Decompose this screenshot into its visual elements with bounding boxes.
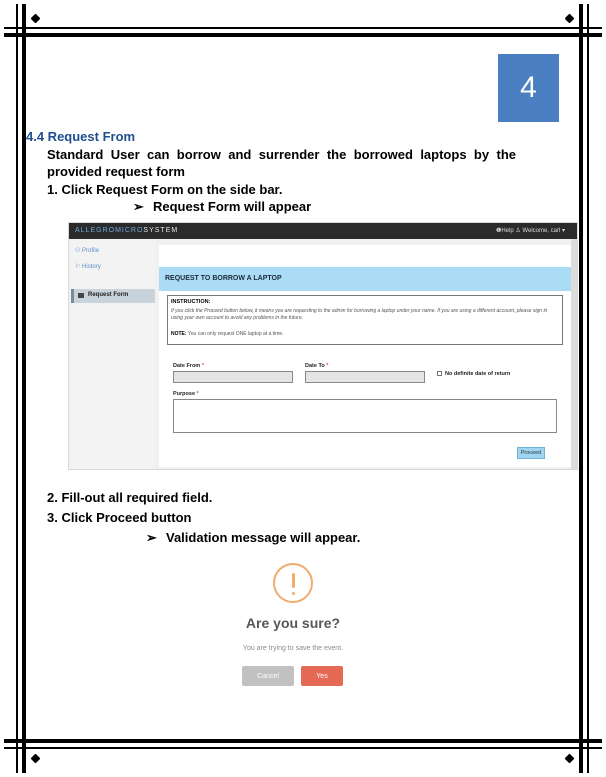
note: NOTE: You can only request ONE laptop at… bbox=[171, 331, 284, 337]
dialog-title: Are you sure? bbox=[245, 615, 341, 631]
exclamation-circle-icon bbox=[273, 563, 313, 603]
date-from-input[interactable] bbox=[173, 371, 293, 383]
arrow-bullet-icon: ➢ bbox=[146, 530, 157, 545]
bullet-2: ➢ Validation message will appear. bbox=[146, 530, 360, 546]
sidebar-item-request-form[interactable]: Request Form bbox=[71, 289, 155, 303]
request-form-screenshot: ALLEGROMICROSYSTEM ❶Help ♙ Welcome, carl… bbox=[68, 222, 578, 470]
no-return-checkbox[interactable] bbox=[437, 371, 442, 376]
app-topbar: ALLEGROMICROSYSTEM ❶Help ♙ Welcome, carl… bbox=[69, 223, 577, 239]
bullet-1-text: Request Form will appear bbox=[153, 199, 312, 214]
page-number-badge: 4 bbox=[498, 54, 559, 122]
arrow-bullet-icon: ➢ bbox=[133, 199, 144, 214]
dialog-text: You are trying to save the event. bbox=[242, 645, 344, 652]
proceed-button[interactable]: Proceed bbox=[517, 447, 545, 459]
instruction-title: INSTRUCTION: bbox=[171, 299, 211, 305]
app-brand: ALLEGROMICROSYSTEM bbox=[75, 227, 179, 234]
purpose-textarea[interactable] bbox=[173, 399, 557, 433]
scrollbar[interactable] bbox=[571, 239, 577, 469]
section-title: 4.4 Request From bbox=[26, 129, 136, 144]
date-to-label: Date To * bbox=[305, 363, 329, 369]
date-from-label: Date From * bbox=[173, 363, 204, 369]
bullet-1: ➢ Request Form will appear bbox=[133, 199, 311, 215]
step-2: 2. Fill-out all required field. bbox=[47, 490, 213, 505]
no-return-label: No definite date of return bbox=[445, 371, 511, 377]
sidebar-item-history[interactable]: ⚐ History bbox=[75, 263, 101, 270]
user-menu[interactable]: ❶Help ♙ Welcome, carl ▾ bbox=[496, 227, 565, 234]
form-header: REQUEST TO BORROW A LAPTOP bbox=[159, 267, 571, 291]
purpose-label: Purpose * bbox=[173, 391, 199, 397]
instruction-box: INSTRUCTION: If you click the Proceed bu… bbox=[167, 295, 563, 345]
bullet-2-text: Validation message will appear. bbox=[166, 530, 361, 545]
sidebar-item-profile[interactable]: ⚇ Profile bbox=[75, 247, 99, 254]
cancel-button[interactable]: Cancel bbox=[242, 666, 294, 686]
yes-button[interactable]: Yes bbox=[301, 666, 343, 686]
instruction-body: If you click the Proceed button below, i… bbox=[171, 308, 548, 321]
intro-paragraph: Standard User can borrow and surrender t… bbox=[47, 147, 516, 179]
history-icon: ⚐ bbox=[75, 264, 83, 270]
profile-icon: ⚇ bbox=[75, 248, 83, 254]
main-panel: REQUEST TO BORROW A LAPTOP INSTRUCTION: … bbox=[159, 245, 571, 467]
sidebar: ⚇ Profile ⚐ History Request Form bbox=[69, 239, 155, 469]
step-3: 3. Click Proceed button bbox=[47, 510, 192, 525]
user-icon: ♙ bbox=[515, 228, 521, 234]
step-1: 1. Click Request Form on the side bar. bbox=[47, 182, 283, 197]
date-to-input[interactable] bbox=[305, 371, 425, 383]
page-number: 4 bbox=[520, 71, 537, 104]
form-icon bbox=[78, 293, 84, 298]
